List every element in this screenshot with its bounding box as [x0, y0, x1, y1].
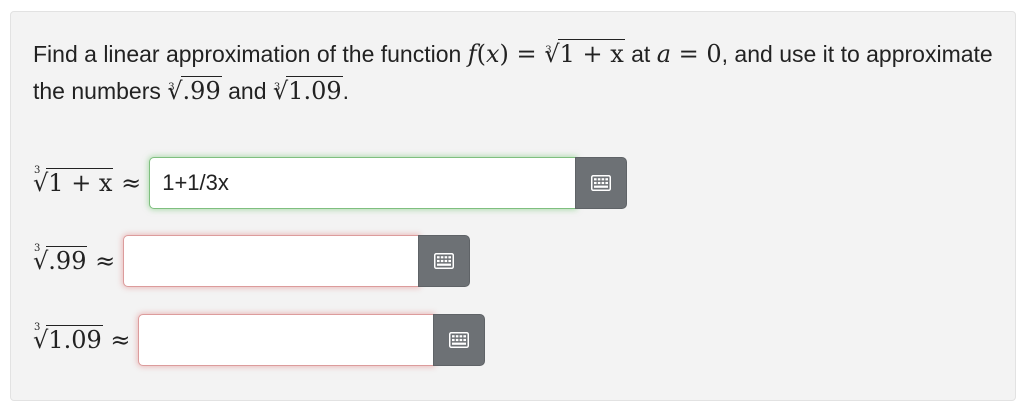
equals-sign: = — [508, 40, 545, 68]
answer-label-linearization: 3 √1 + x ≈ — [33, 165, 142, 197]
keyboard-icon — [591, 175, 612, 191]
answer-label-109: 3 √1.09 ≈ — [33, 322, 131, 354]
approx-symbol: ≈ — [121, 169, 142, 197]
problem-text-intro: Find a linear approximation of the funct… — [33, 41, 462, 67]
problem-text-and: and — [228, 78, 267, 104]
answer-row-cuberoot-109: 3 √1.09 ≈ — [33, 314, 486, 366]
cuberoot-109-answer-input[interactable] — [138, 314, 435, 366]
math-keyboard-button[interactable] — [433, 314, 486, 366]
function-name: f — [467, 40, 477, 68]
row-radicand: .99 — [46, 246, 88, 275]
problem-period: . — [342, 78, 349, 104]
point-variable: a — [656, 40, 672, 68]
radicand: 1 + x — [557, 39, 625, 68]
cube-root-expression: 3 √1 + x — [544, 36, 625, 73]
approx-symbol: ≈ — [95, 247, 116, 275]
cube-root-099: 3 √.99 — [167, 76, 222, 105]
keyboard-icon — [449, 332, 470, 348]
linearization-answer-input[interactable] — [149, 157, 577, 209]
row-radicand: 1 + x — [46, 168, 114, 197]
problem-text-at: at — [631, 41, 651, 67]
cuberoot-099-answer-input[interactable] — [123, 235, 420, 287]
problem-statement: Find a linear approximation of the funct… — [33, 36, 993, 110]
answer-row-linearization: 3 √1 + x ≈ — [33, 157, 628, 209]
math-keyboard-button[interactable] — [575, 157, 628, 209]
point-expression: a = 0 — [657, 40, 722, 68]
answer-label-099: 3 √.99 ≈ — [33, 243, 116, 275]
approx-symbol: ≈ — [110, 326, 131, 354]
radicand-109: 1.09 — [286, 76, 343, 105]
math-keyboard-button[interactable] — [418, 235, 471, 287]
answer-row-cuberoot-099: 3 √.99 ≈ — [33, 235, 471, 287]
row-radicand: 1.09 — [46, 325, 103, 354]
keyboard-icon — [434, 253, 455, 269]
radicand-099: .99 — [180, 76, 222, 105]
point-value: = 0 — [671, 40, 722, 68]
root-index: 3 — [545, 45, 552, 56]
function-argument: (x) — [476, 40, 509, 68]
cube-root-109: 3 √1.09 — [272, 76, 343, 105]
function-expression: f(x) = 3 √1 + x — [467, 39, 625, 68]
question-panel: Find a linear approximation of the funct… — [10, 11, 1016, 401]
